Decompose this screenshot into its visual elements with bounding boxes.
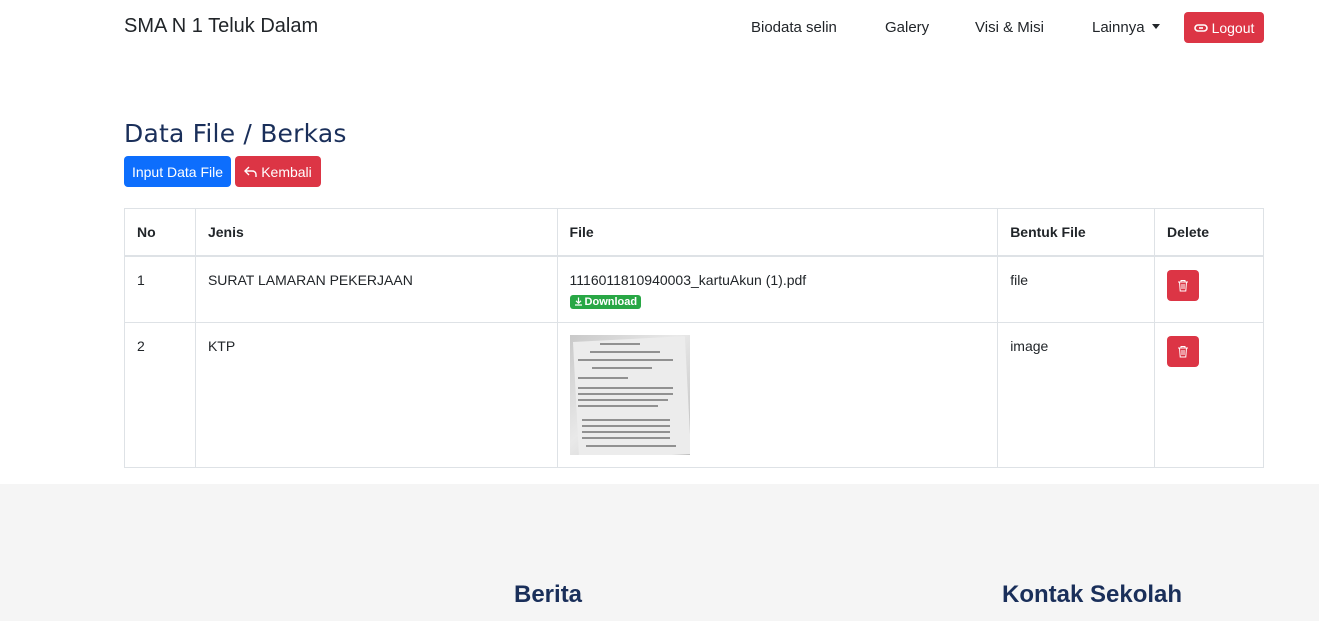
input-data-file-button[interactable]: Input Data File (124, 156, 231, 187)
file-name: 1116011810940003_kartuAkun (1).pdf (569, 271, 807, 288)
table-row: 2 KTP image (124, 322, 1264, 468)
table-header-row: No Jenis File Bentuk File Delete (124, 208, 1264, 257)
nav-visi-misi[interactable]: Visi & Misi (975, 19, 1044, 36)
undo-icon (244, 166, 257, 177)
back-button-label: Kembali (261, 163, 312, 180)
cell-jenis: SURAT LAMARAN PEKERJAAN (194, 255, 558, 323)
footer: Berita Kontak Sekolah (0, 484, 1319, 621)
cell-no: 2 (124, 322, 196, 468)
nav-galery[interactable]: Galery (885, 19, 929, 36)
cell-jenis: KTP (194, 322, 558, 468)
page-title: Data File / Berkas (124, 119, 347, 148)
brand-title[interactable]: SMA N 1 Teluk Dalam (124, 15, 318, 38)
receipt-line (591, 367, 652, 369)
trash-icon (1178, 346, 1189, 358)
download-label: Download (584, 295, 638, 308)
receipt-line (581, 437, 670, 439)
cell-bentuk: image (997, 322, 1156, 468)
header-jenis: Jenis (194, 208, 558, 257)
receipt-line (589, 351, 660, 353)
logout-label: Logout (1211, 19, 1255, 36)
cell-delete (1154, 322, 1264, 468)
receipt-line (581, 425, 670, 427)
header-delete: Delete (1154, 208, 1264, 257)
delete-button[interactable] (1167, 336, 1200, 367)
header-no: No (124, 208, 196, 257)
cell-no: 1 (124, 255, 196, 323)
delete-button[interactable] (1167, 269, 1200, 301)
nav-lainnya-dropdown[interactable]: Lainnya (1092, 19, 1160, 36)
receipt-line (577, 393, 673, 395)
receipt-line (599, 343, 640, 345)
navbar: SMA N 1 Teluk Dalam Biodata selin Galery… (0, 0, 1319, 56)
link-icon (1193, 23, 1208, 32)
receipt-line (581, 419, 670, 421)
header-bentuk-file: Bentuk File (997, 208, 1156, 257)
footer-berita-heading: Berita (514, 581, 583, 608)
nav-lainnya-label: Lainnya (1092, 19, 1145, 36)
receipt-line (577, 359, 673, 361)
logout-button[interactable]: Logout (1184, 12, 1264, 43)
receipt-line (581, 431, 670, 433)
cell-delete (1154, 255, 1264, 323)
files-table: No Jenis File Bentuk File Delete 1 SURAT… (124, 208, 1264, 468)
download-icon (574, 297, 582, 306)
table-row: 1 SURAT LAMARAN PEKERJAAN 11160118109400… (124, 255, 1264, 323)
cell-file: 1116011810940003_kartuAkun (1).pdf Downl… (556, 255, 999, 323)
cell-bentuk: file (997, 255, 1156, 323)
trash-icon (1178, 279, 1189, 291)
back-button[interactable]: Kembali (235, 156, 321, 187)
download-button[interactable]: Download (569, 294, 642, 309)
caret-down-icon (1151, 24, 1160, 29)
receipt-line (577, 387, 673, 389)
cell-file (556, 322, 999, 468)
nav-biodata[interactable]: Biodata selin (751, 19, 837, 36)
footer-kontak-heading: Kontak Sekolah (1002, 581, 1183, 608)
receipt-line (577, 377, 628, 379)
receipt-line (577, 399, 668, 401)
receipt-line (577, 405, 658, 407)
receipt-line (585, 445, 676, 447)
receipt-image[interactable] (569, 335, 690, 455)
header-file: File (556, 208, 999, 257)
